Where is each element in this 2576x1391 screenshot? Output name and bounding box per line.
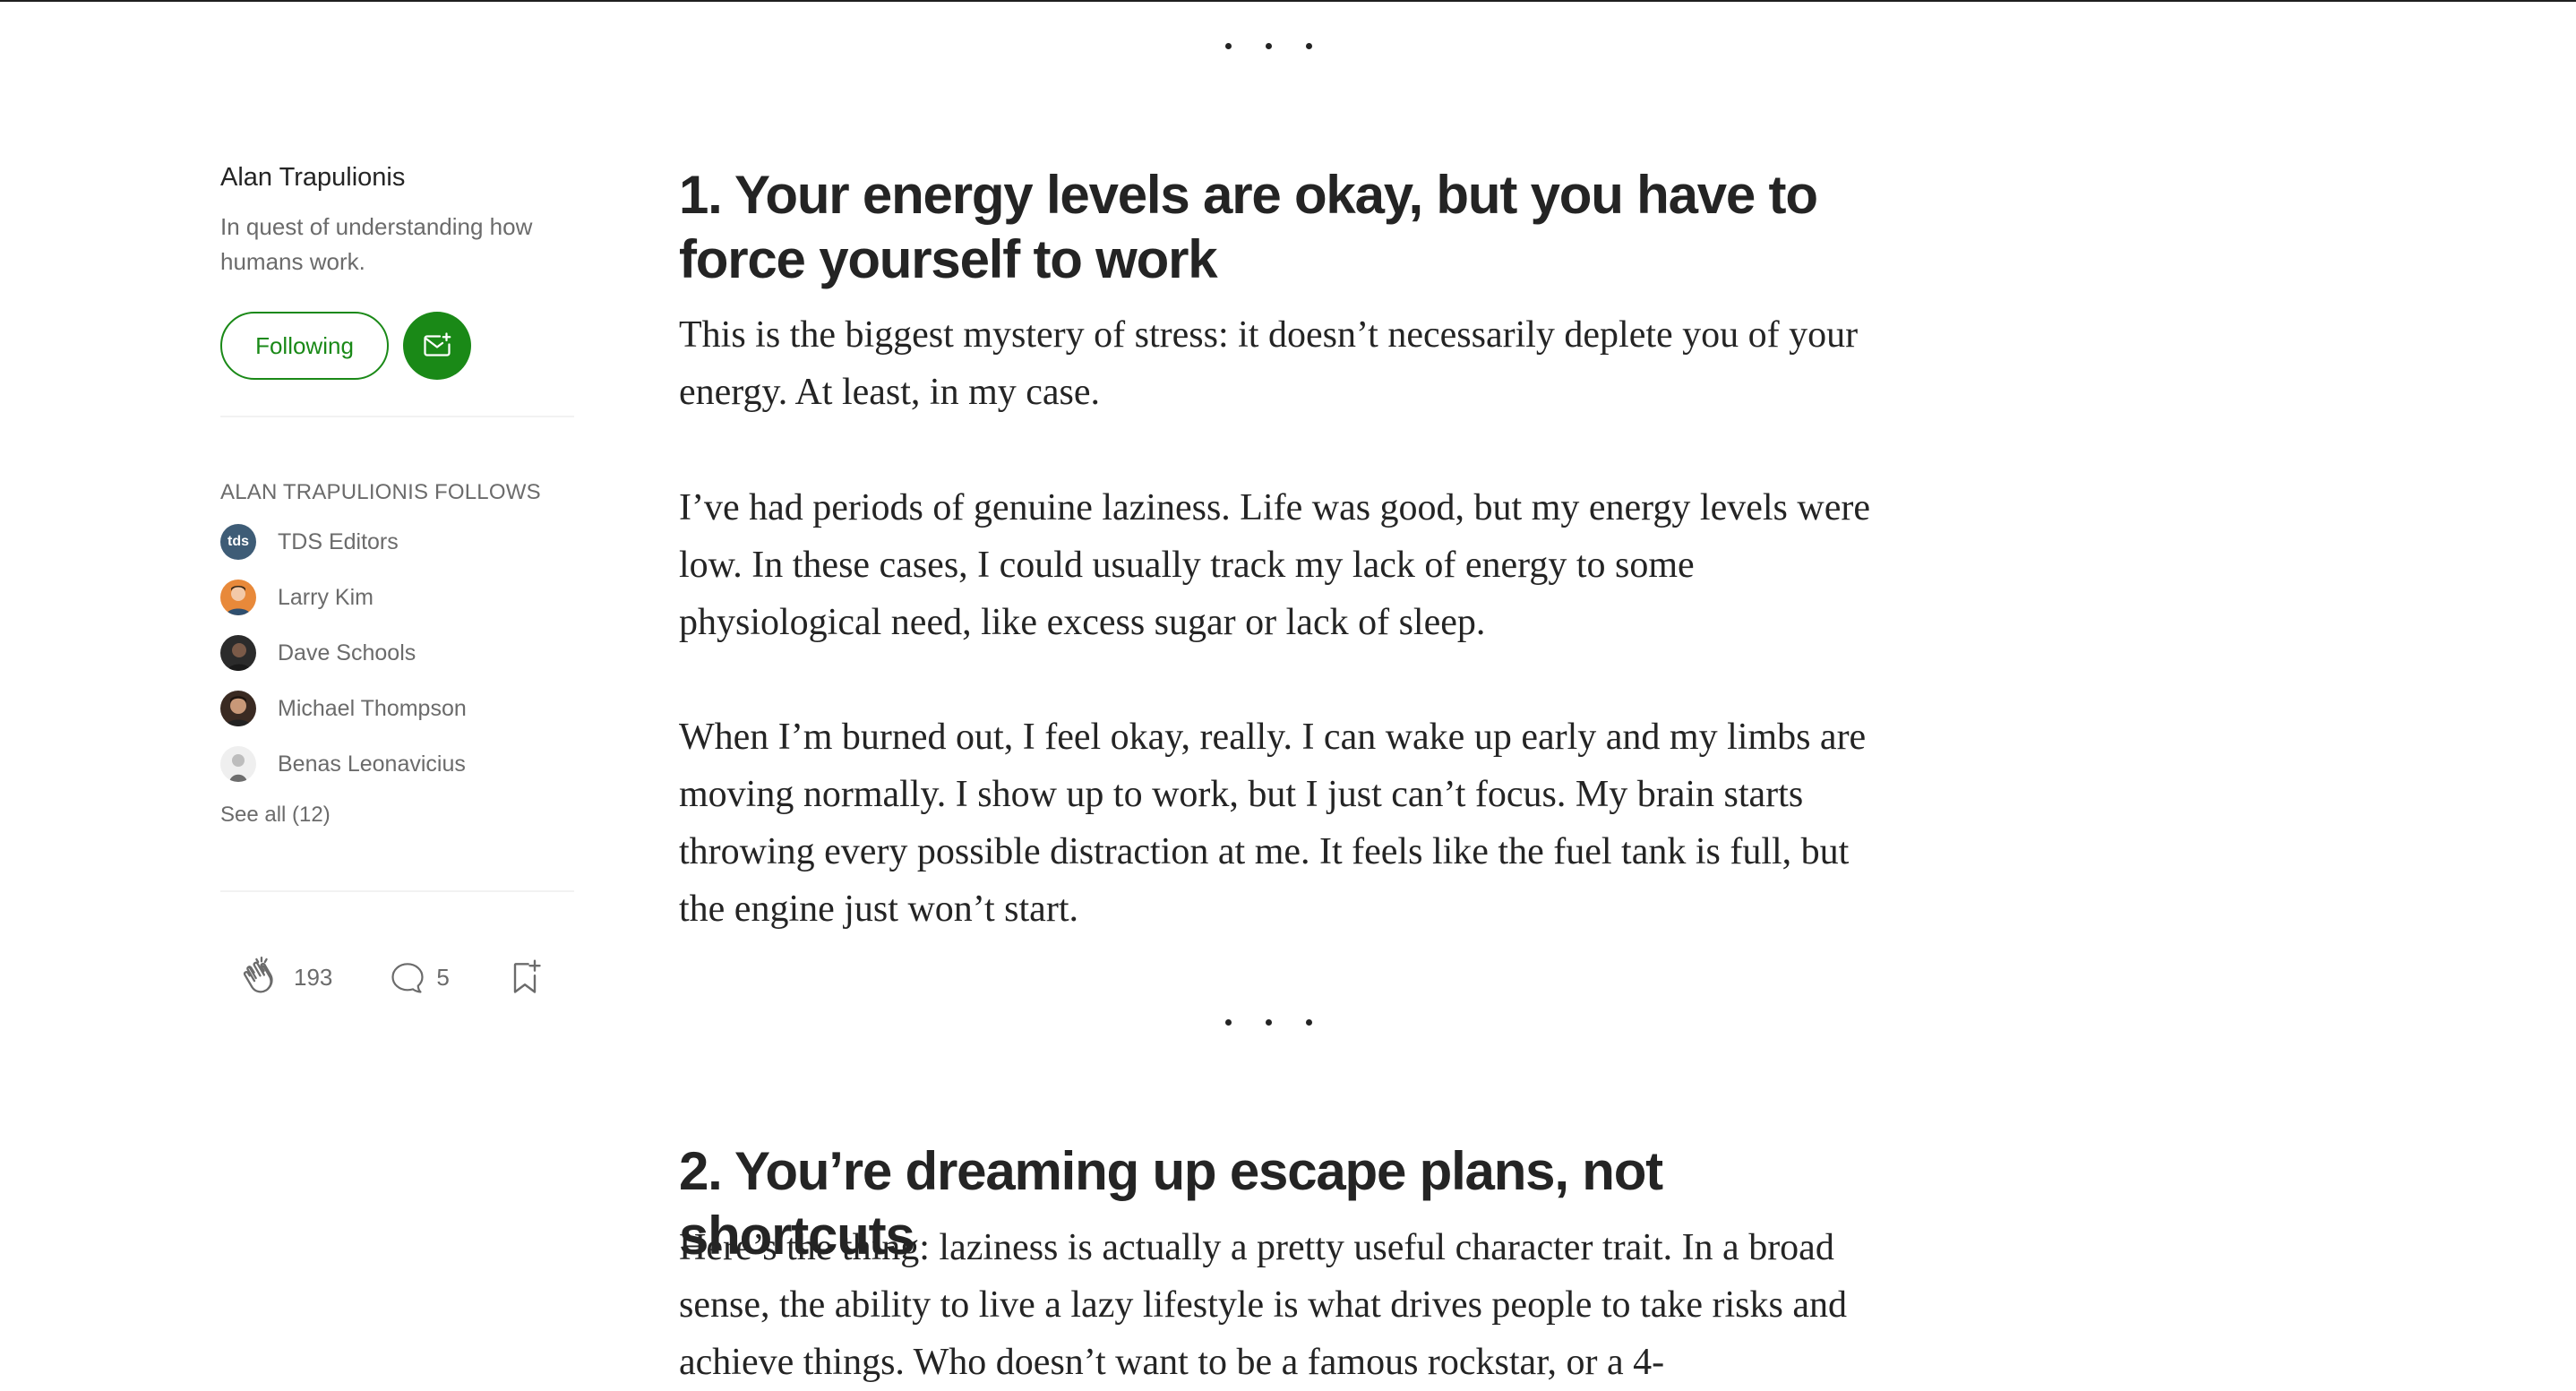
separator-dot <box>1306 1019 1312 1026</box>
section-separator <box>1225 1019 1312 1026</box>
avatar <box>220 691 256 726</box>
paragraph: I’ve had periods of genuine laziness. Li… <box>679 487 1870 643</box>
clap-count: 193 <box>294 963 333 991</box>
avatar <box>220 746 256 782</box>
person-avatar-icon <box>228 643 251 671</box>
follow-item[interactable]: Benas Leonavicius <box>220 736 574 792</box>
avatar: tds <box>220 524 256 560</box>
bookmark-button[interactable] <box>505 957 545 997</box>
separator-dot <box>1306 43 1312 49</box>
author-name[interactable]: Alan Trapulionis <box>220 159 574 195</box>
avatar <box>220 580 256 615</box>
author-bio: In quest of understanding how humans wor… <box>220 213 533 275</box>
separator-dot <box>1266 1019 1272 1026</box>
follow-item[interactable]: Michael Thompson <box>220 681 574 736</box>
sidebar-divider <box>220 890 574 892</box>
response-count: 5 <box>436 963 450 991</box>
follow-name: Dave Schools <box>278 640 416 665</box>
follows-heading: ALAN TRAPULIONIS FOLLOWS <box>220 480 541 504</box>
following-button[interactable]: Following <box>220 312 389 380</box>
paragraph: When I’m burned out, I feel okay, really… <box>679 717 1867 930</box>
follow-name: Benas Leonavicius <box>278 751 466 777</box>
avatar <box>220 635 256 671</box>
subscribe-email-button[interactable] <box>403 312 471 380</box>
see-all-follows-link[interactable]: See all (12) <box>220 803 331 828</box>
follow-name: TDS Editors <box>278 528 399 554</box>
follow-item[interactable]: Larry Kim <box>220 570 574 625</box>
section-separator <box>1225 43 1312 49</box>
follows-list: tds TDS Editors Larry Kim Dave Schools M… <box>220 514 574 792</box>
paragraph: This is the biggest mystery of stress: i… <box>679 314 1859 413</box>
avatar-initials: tds <box>228 534 249 549</box>
separator-dot <box>1225 43 1232 49</box>
bookmark-add-icon <box>513 959 541 993</box>
section-heading: 1. Your energy levels are okay, but you … <box>679 165 1818 289</box>
responses-button[interactable]: 5 <box>388 957 450 997</box>
top-border <box>0 0 2576 2</box>
sidebar-divider <box>220 416 574 417</box>
engagement-bar: 193 5 <box>220 955 574 1000</box>
author-actions: Following <box>220 312 574 380</box>
author-sidebar: Alan Trapulionis In quest of understandi… <box>220 159 574 1000</box>
follow-name: Michael Thompson <box>278 695 467 721</box>
separator-dot <box>1266 43 1272 49</box>
separator-dot <box>1225 1019 1232 1026</box>
clap-button[interactable]: 193 <box>240 955 332 1000</box>
paragraph: Here’s the thing: laziness is actually a… <box>679 1227 1847 1383</box>
person-avatar-icon <box>226 696 251 726</box>
clap-icon <box>243 956 273 993</box>
person-avatar-icon <box>226 586 251 615</box>
speech-bubble-icon <box>391 963 424 993</box>
email-plus-icon <box>424 332 451 356</box>
follow-item[interactable]: tds TDS Editors <box>220 514 574 570</box>
person-avatar-icon <box>229 754 247 782</box>
follow-name: Larry Kim <box>278 584 374 610</box>
follow-item[interactable]: Dave Schools <box>220 625 574 681</box>
